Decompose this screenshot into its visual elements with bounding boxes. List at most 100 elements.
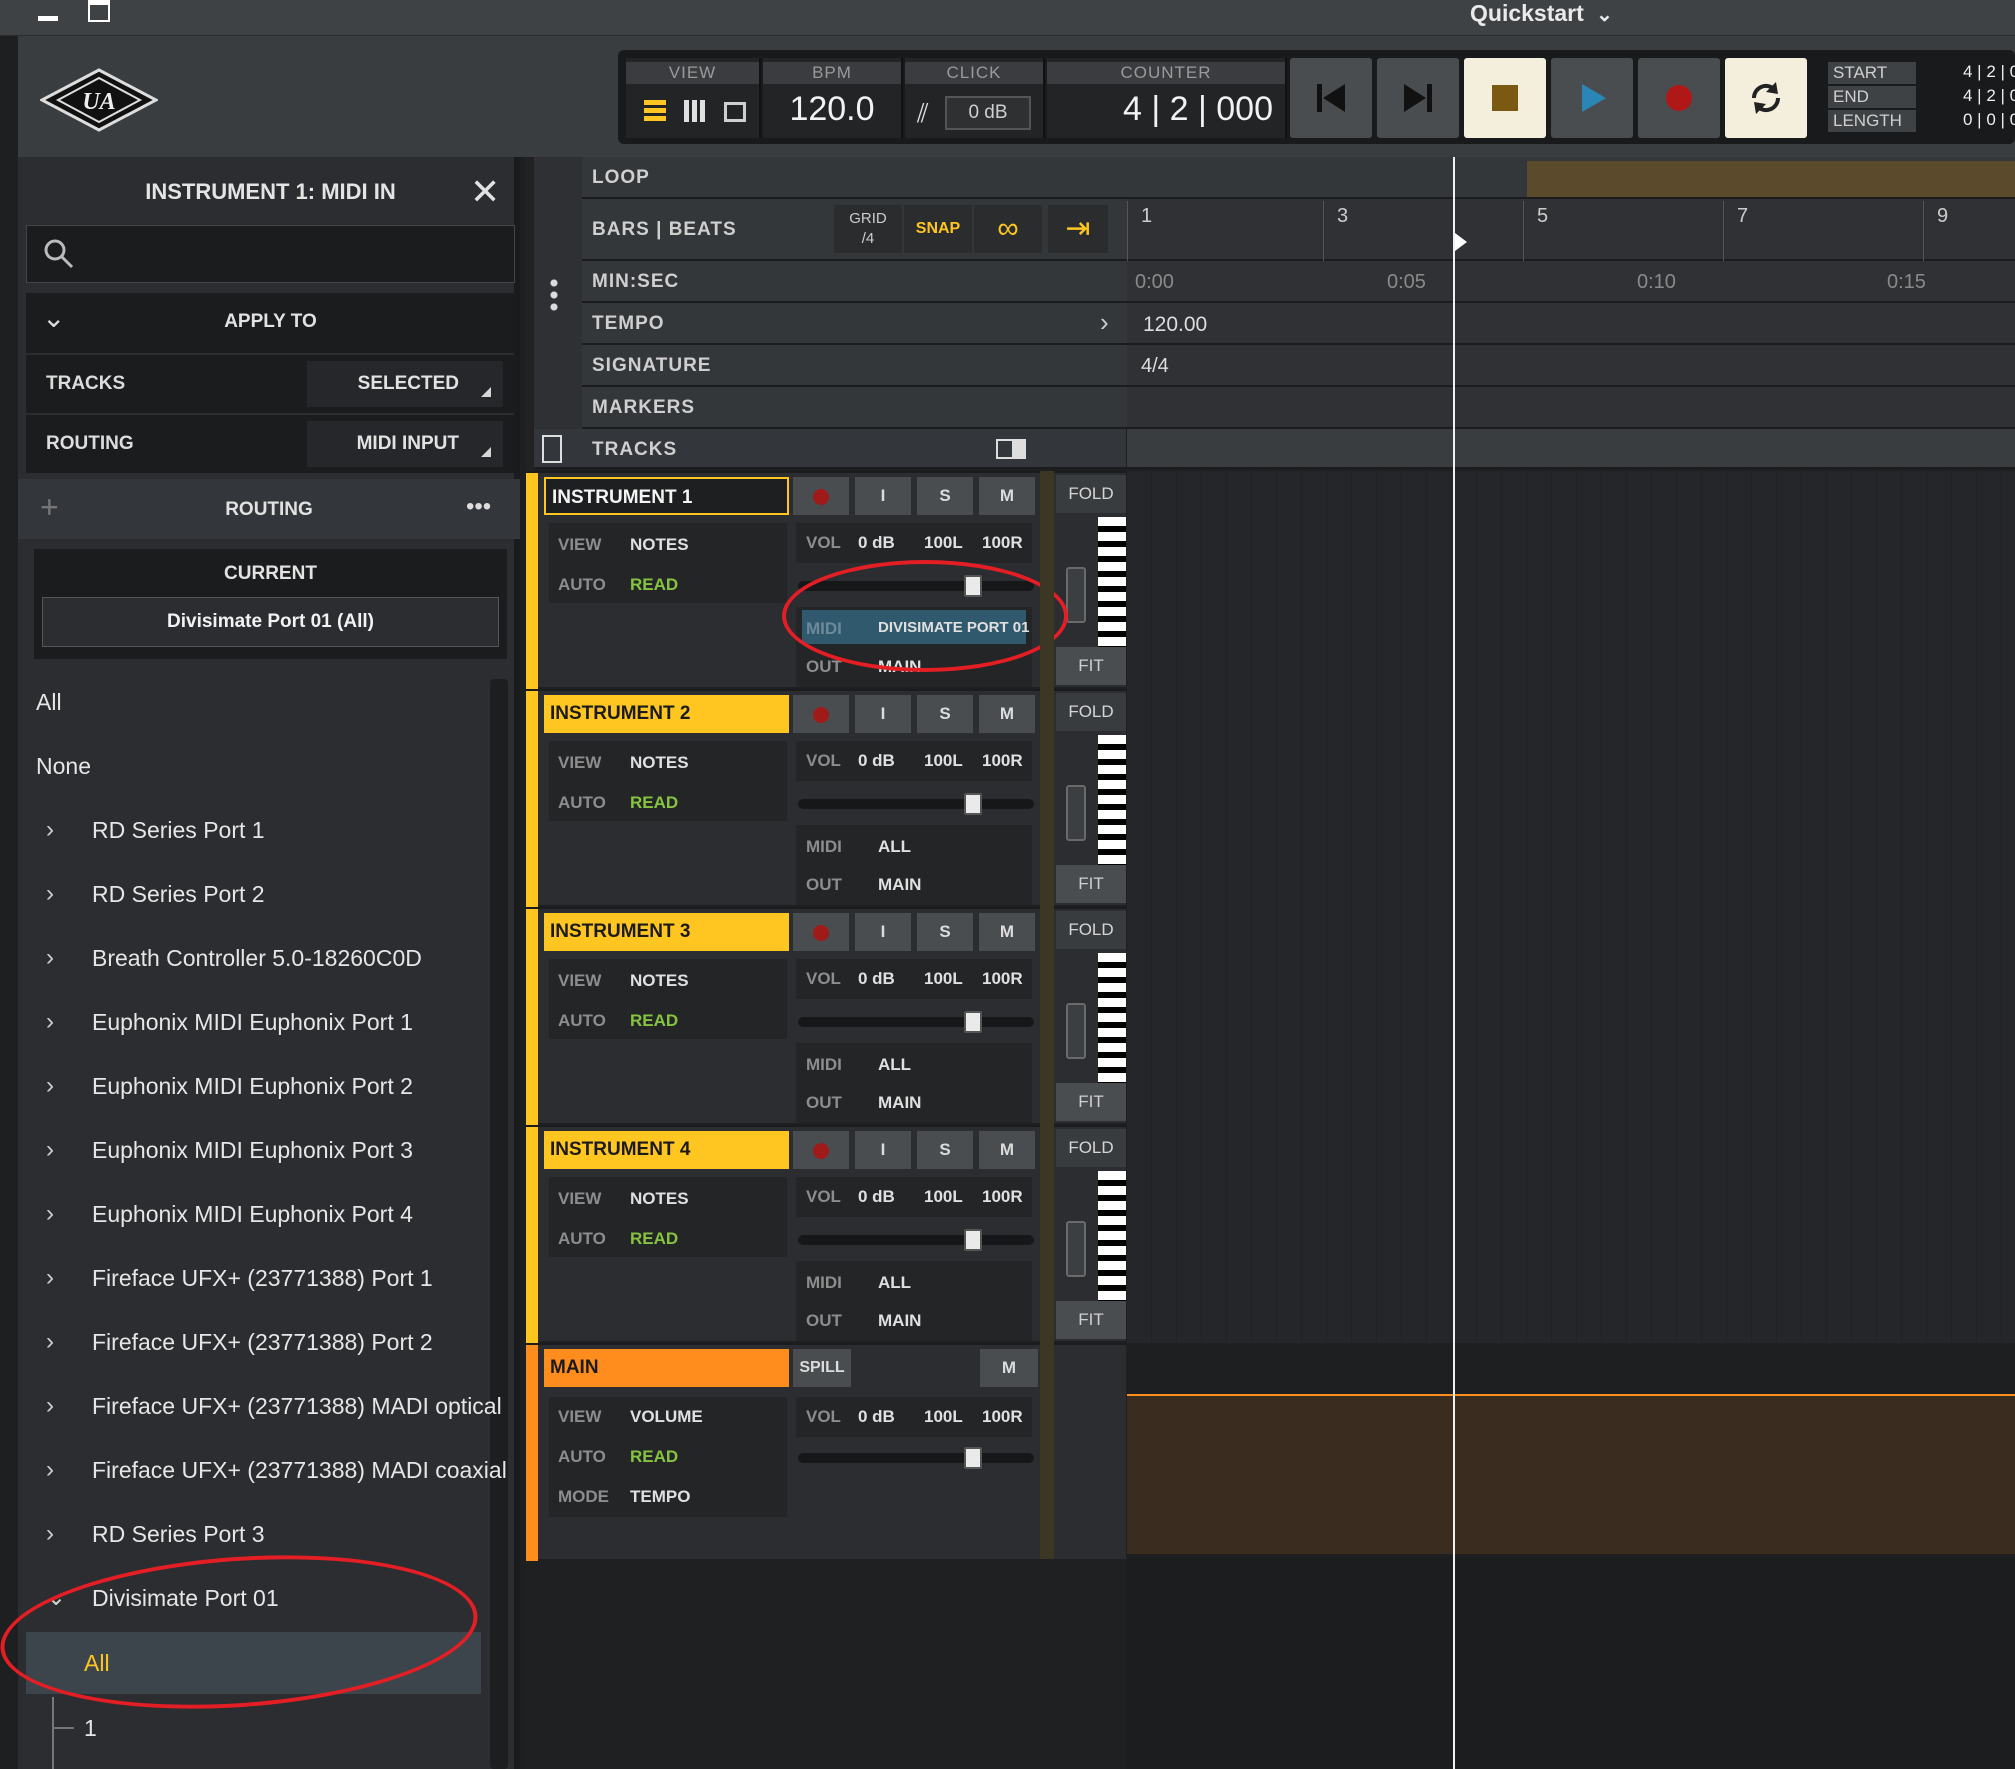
solo-button[interactable]: S	[917, 695, 975, 733]
auto-value[interactable]: READ	[630, 575, 678, 595]
range-handle[interactable]	[1066, 567, 1086, 623]
vol-value[interactable]: 0 dB	[858, 969, 895, 989]
maximize-button[interactable]	[88, 0, 110, 22]
midi-input-value[interactable]: ALL	[878, 1055, 911, 1075]
play-button[interactable]	[1551, 58, 1633, 138]
midi-input-value[interactable]: ALL	[878, 837, 911, 857]
chevron-right-icon[interactable]: ›	[46, 1440, 66, 1500]
snap-button[interactable]: SNAP	[904, 205, 972, 253]
output-value[interactable]: MAIN	[878, 875, 921, 895]
fold-button[interactable]: FOLD	[1056, 1129, 1126, 1167]
bpm-section[interactable]: BPM 120.0	[763, 58, 903, 138]
main-volume-slider[interactable]	[798, 1453, 1034, 1463]
chevron-right-icon[interactable]: ›	[46, 800, 66, 860]
vol-value[interactable]: 0 dB	[858, 1187, 895, 1207]
pan-left[interactable]: 100L	[924, 1187, 963, 1207]
fit-button[interactable]: FIT	[1056, 1301, 1126, 1339]
list-item[interactable]: › RD Series Port 3	[18, 1504, 478, 1564]
record-arm-button[interactable]	[793, 477, 851, 515]
auto-value[interactable]: READ	[630, 1011, 678, 1031]
start-value[interactable]: 4 | 2 | 0	[1963, 60, 2015, 84]
pan-right[interactable]: 100R	[982, 969, 1023, 989]
pan-right[interactable]: 100R	[982, 751, 1023, 771]
pan-left[interactable]: 100L	[924, 969, 963, 989]
list-item[interactable]: › Fireface UFX+ (23771388) MADI coaxial	[18, 1440, 507, 1500]
input-monitor-button[interactable]: I	[855, 695, 913, 733]
tracks-dropdown[interactable]: SELECTED	[307, 361, 503, 407]
mute-button[interactable]: M	[979, 695, 1037, 733]
main-pan-right[interactable]: 100R	[982, 1407, 1023, 1427]
counter-value[interactable]: 4 | 2 | 000	[1047, 90, 1285, 129]
skip-forward-button[interactable]	[1377, 58, 1459, 138]
chevron-right-icon[interactable]: ›	[46, 1248, 66, 1308]
solo-button[interactable]: S	[917, 913, 975, 951]
midi-input-value[interactable]: ALL	[878, 1273, 911, 1293]
solo-button[interactable]: S	[917, 477, 975, 515]
input-monitor-button[interactable]: I	[855, 1131, 913, 1169]
chevron-right-icon[interactable]: ›	[46, 864, 66, 924]
volume-slider[interactable]	[798, 799, 1034, 809]
range-handle[interactable]	[1066, 1221, 1086, 1277]
auto-value[interactable]: READ	[630, 1229, 678, 1249]
list-item[interactable]: › Euphonix MIDI Euphonix Port 4	[18, 1184, 478, 1244]
chevron-right-icon[interactable]: ›	[46, 1120, 66, 1180]
track-name[interactable]: INSTRUMENT 4	[544, 1131, 789, 1169]
list-item[interactable]: None	[18, 736, 478, 796]
list-item[interactable]: › Fireface UFX+ (23771388) Port 1	[18, 1248, 478, 1308]
tracks-menu-icon[interactable]	[542, 435, 562, 463]
list-item[interactable]: › Euphonix MIDI Euphonix Port 1	[18, 992, 478, 1052]
list-item[interactable]: › Fireface UFX+ (23771388) MADI optical	[18, 1376, 502, 1436]
routing-dropdown[interactable]: MIDI INPUT	[307, 421, 503, 467]
columns-icon[interactable]	[996, 439, 1026, 459]
record-arm-button[interactable]	[793, 695, 851, 733]
chevron-right-icon[interactable]: ›	[46, 1312, 66, 1372]
volume-knob[interactable]	[964, 1011, 982, 1033]
pan-right[interactable]: 100R	[982, 533, 1023, 553]
record-button[interactable]	[1638, 58, 1720, 138]
fold-button[interactable]: FOLD	[1056, 693, 1126, 731]
chevron-right-icon[interactable]: ›	[46, 928, 66, 988]
input-monitor-button[interactable]: I	[855, 913, 913, 951]
list-item[interactable]: › RD Series Port 2	[18, 864, 478, 924]
input-monitor-button[interactable]: I	[855, 477, 913, 515]
fold-button[interactable]: FOLD	[1056, 911, 1126, 949]
click-level[interactable]: 0 dB	[945, 96, 1031, 130]
mute-button[interactable]: M	[979, 1131, 1037, 1169]
main-view-value[interactable]: VOLUME	[630, 1407, 703, 1427]
fold-button[interactable]: FOLD	[1056, 475, 1126, 513]
length-value[interactable]: 0 | 0 | 0	[1963, 108, 2015, 132]
auto-value[interactable]: READ	[630, 793, 678, 813]
list-item[interactable]: › Euphonix MIDI Euphonix Port 3	[18, 1120, 478, 1180]
output-value[interactable]: MAIN	[878, 1311, 921, 1331]
tempo-value[interactable]: 120.00	[1143, 313, 1207, 337]
list-item[interactable]: All	[18, 672, 478, 732]
record-arm-button[interactable]	[793, 1131, 851, 1169]
output-value[interactable]: MAIN	[878, 1093, 921, 1113]
mute-button[interactable]: M	[979, 913, 1037, 951]
track-name[interactable]: INSTRUMENT 1	[544, 477, 789, 515]
fit-button[interactable]: FIT	[1056, 865, 1126, 903]
chevron-right-icon[interactable]: ›	[46, 1504, 66, 1564]
chevron-down-icon[interactable]: ⌄	[1596, 4, 1613, 26]
list-view-icon[interactable]	[644, 100, 666, 122]
list-item[interactable]: › RD Series Port 1	[18, 800, 478, 860]
list-item[interactable]: › Fireface UFX+ (23771388) Port 2	[18, 1312, 478, 1372]
ruler-menu-icon[interactable]	[550, 277, 558, 311]
pan-right[interactable]: 100R	[982, 1187, 1023, 1207]
track-name[interactable]: INSTRUMENT 3	[544, 913, 789, 951]
list-item[interactable]: › Euphonix MIDI Euphonix Port 2	[18, 1056, 478, 1116]
chevron-right-icon[interactable]: ›	[1100, 307, 1109, 338]
playhead[interactable]	[1453, 157, 1455, 1769]
track-name[interactable]: INSTRUMENT 2	[544, 695, 789, 733]
mixer-view-icon[interactable]	[684, 100, 706, 122]
search-input[interactable]	[26, 225, 515, 283]
close-icon[interactable]: ✕	[470, 171, 500, 213]
fit-button[interactable]: FIT	[1056, 647, 1126, 685]
metronome-icon[interactable]: ⫽	[917, 98, 929, 130]
end-value[interactable]: 4 | 2 | 0	[1963, 84, 2015, 108]
chevron-right-icon[interactable]: ›	[46, 992, 66, 1052]
view-value[interactable]: NOTES	[630, 1189, 689, 1209]
counter-section[interactable]: COUNTER 4 | 2 | 000	[1047, 58, 1287, 138]
solo-button[interactable]: S	[917, 1131, 975, 1169]
main-volume-knob[interactable]	[964, 1447, 982, 1469]
